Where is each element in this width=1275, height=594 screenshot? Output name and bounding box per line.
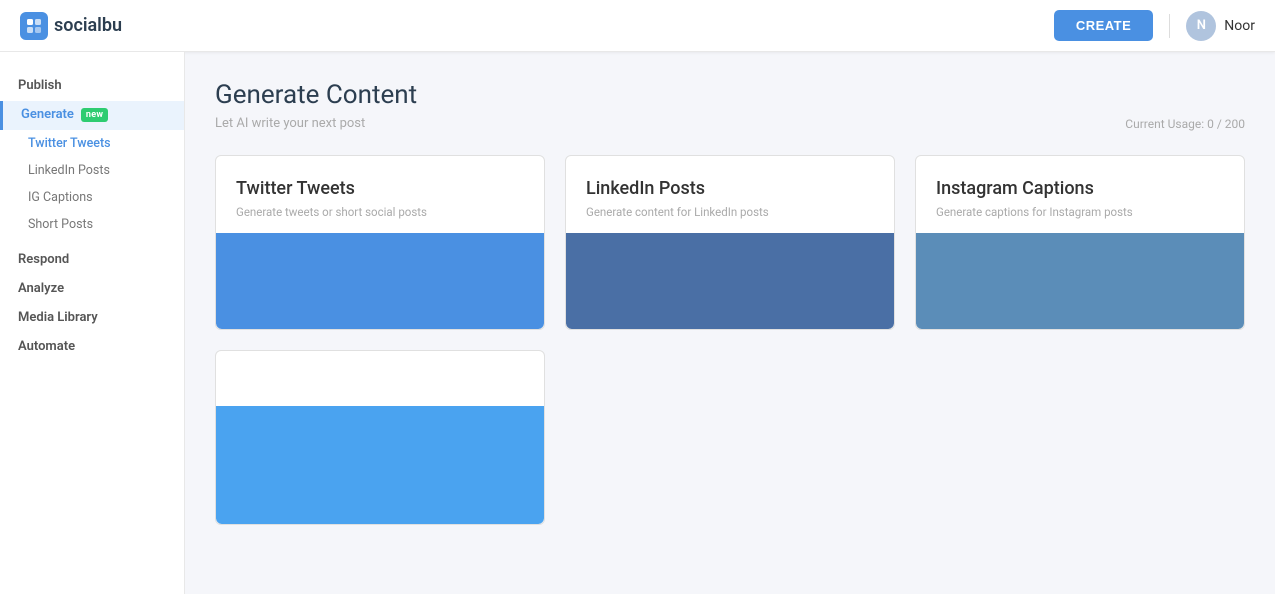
- sidebar-item-analyze[interactable]: Analyze: [0, 275, 184, 304]
- card-instagram-top: Instagram Captions Generate captions for…: [916, 156, 1244, 233]
- create-button[interactable]: CREATE: [1054, 10, 1153, 41]
- cards-row2: [215, 350, 1245, 525]
- navbar: socialbu CREATE N Noor: [0, 0, 1275, 52]
- sidebar-item-respond[interactable]: Respond: [0, 246, 184, 275]
- card-instagram-desc: Generate captions for Instagram posts: [936, 205, 1224, 219]
- card-short[interactable]: [215, 350, 545, 525]
- navbar-divider: [1169, 14, 1170, 38]
- user-name: Noor: [1224, 18, 1255, 34]
- card-linkedin[interactable]: LinkedIn Posts Generate content for Link…: [565, 155, 895, 330]
- card-short-image: [216, 406, 544, 524]
- sidebar: Publish Generate new Twitter Tweets Link…: [0, 52, 185, 594]
- sidebar-item-ig-captions[interactable]: IG Captions: [0, 184, 184, 211]
- card-short-top: [216, 351, 544, 406]
- sidebar-item-twitter-tweets[interactable]: Twitter Tweets: [0, 130, 184, 157]
- card-instagram-image: [916, 233, 1244, 329]
- card-linkedin-top: LinkedIn Posts Generate content for Link…: [566, 156, 894, 233]
- new-badge: new: [81, 108, 108, 122]
- logo-text: socialbu: [54, 15, 122, 36]
- user-menu[interactable]: N Noor: [1186, 11, 1255, 41]
- card-twitter[interactable]: Twitter Tweets Generate tweets or short …: [215, 155, 545, 330]
- cards-grid: Twitter Tweets Generate tweets or short …: [215, 155, 1245, 330]
- card-twitter-top: Twitter Tweets Generate tweets or short …: [216, 156, 544, 233]
- card-twitter-desc: Generate tweets or short social posts: [236, 205, 524, 219]
- page-title: Generate Content: [215, 80, 1245, 110]
- main-layout: Publish Generate new Twitter Tweets Link…: [0, 52, 1275, 594]
- card-instagram[interactable]: Instagram Captions Generate captions for…: [915, 155, 1245, 330]
- content-area: Generate Content Let AI write your next …: [185, 52, 1275, 594]
- sidebar-item-publish[interactable]: Publish: [0, 72, 184, 101]
- sidebar-item-short-posts[interactable]: Short Posts: [0, 211, 184, 238]
- sidebar-item-linkedin-posts[interactable]: LinkedIn Posts: [0, 157, 184, 184]
- logo[interactable]: socialbu: [20, 12, 122, 40]
- card-linkedin-image: [566, 233, 894, 329]
- navbar-right: CREATE N Noor: [1054, 10, 1255, 41]
- logo-icon: [20, 12, 48, 40]
- sidebar-item-media-library[interactable]: Media Library: [0, 304, 184, 333]
- card-twitter-image: [216, 233, 544, 329]
- avatar: N: [1186, 11, 1216, 41]
- card-linkedin-title: LinkedIn Posts: [586, 178, 874, 199]
- usage-info: Current Usage: 0 / 200: [215, 117, 1245, 131]
- sidebar-generate-label: Generate: [21, 107, 74, 122]
- sidebar-item-automate[interactable]: Automate: [0, 333, 184, 362]
- card-twitter-title: Twitter Tweets: [236, 178, 524, 199]
- card-instagram-title: Instagram Captions: [936, 178, 1224, 199]
- sidebar-item-generate[interactable]: Generate new: [0, 101, 184, 130]
- card-linkedin-desc: Generate content for LinkedIn posts: [586, 205, 874, 219]
